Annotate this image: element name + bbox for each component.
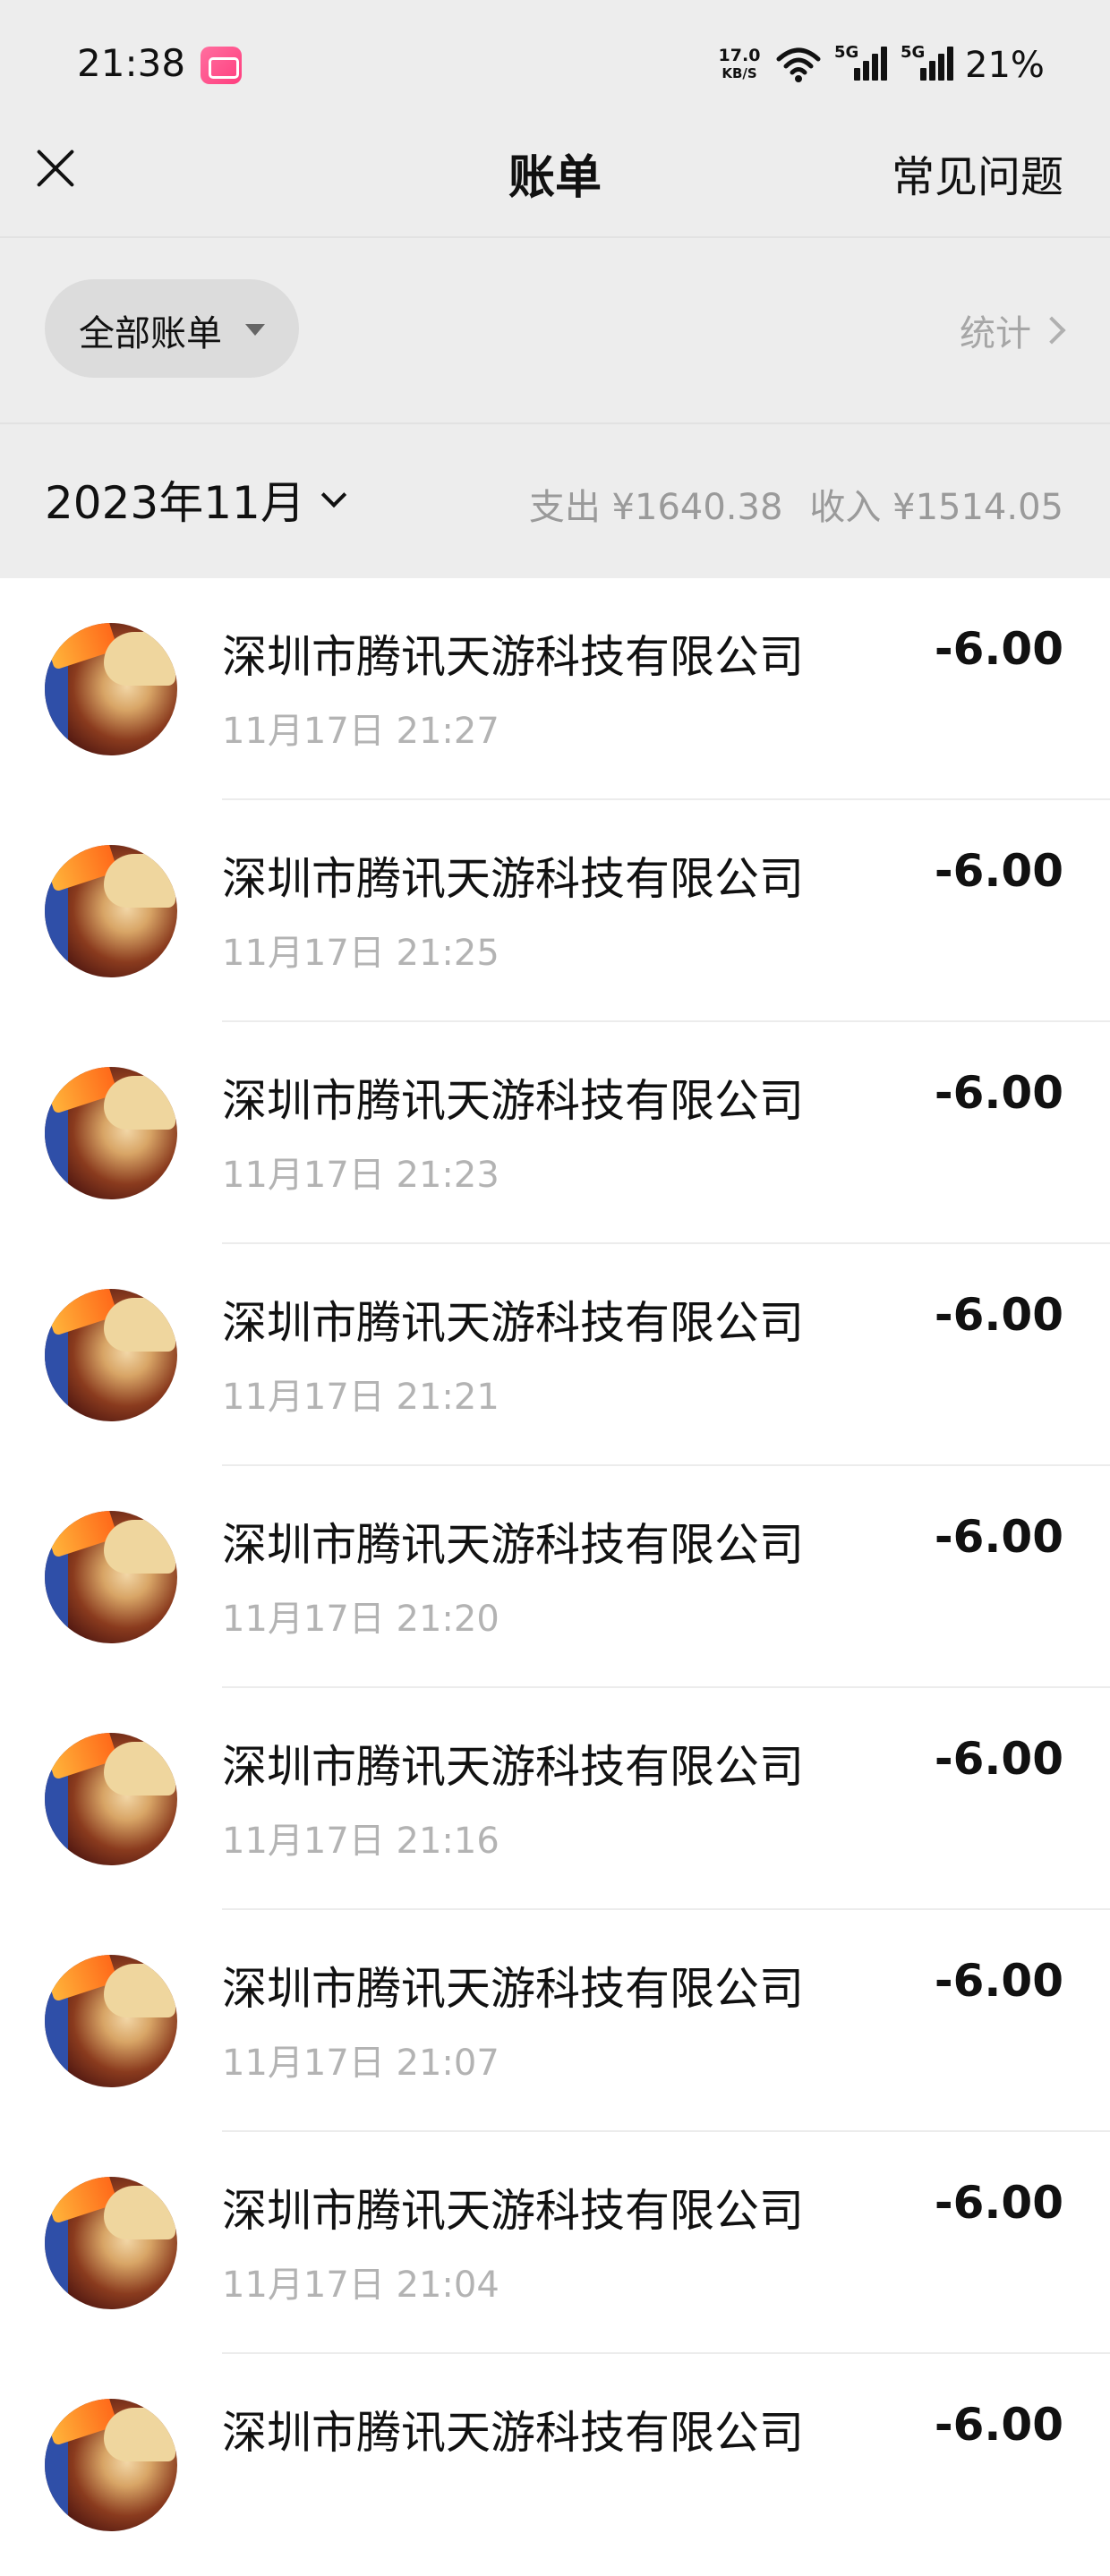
sim1-label: 5G: [834, 43, 859, 62]
transaction-time: 11月17日 21:04: [222, 2265, 500, 2306]
transaction-row[interactable]: 深圳市腾讯天游科技有限公司 11月17日 21:16 -6.00: [0, 1688, 1110, 1910]
transaction-amount: -6.00: [934, 1289, 1063, 1341]
signal-icon: 5G: [834, 43, 888, 84]
merchant-avatar: [45, 623, 177, 755]
merchant-name: 深圳市腾讯天游科技有限公司: [222, 1741, 804, 1793]
month-label: 2023年11月: [45, 477, 305, 529]
merchant-avatar: [45, 1511, 177, 1643]
transaction-amount: -6.00: [934, 623, 1063, 675]
merchant-name: 深圳市腾讯天游科技有限公司: [222, 853, 804, 905]
merchant-avatar: [45, 2399, 177, 2531]
close-icon[interactable]: [34, 145, 77, 188]
month-summary: 支出 ¥1640.38 收入 ¥1514.05: [529, 478, 1063, 530]
bill-filter-label: 全部账单: [79, 313, 222, 354]
caret-down-icon: [245, 324, 265, 336]
transaction-time: 11月17日 21:21: [222, 1377, 500, 1418]
transaction-amount: -6.00: [934, 1733, 1063, 1785]
transaction-amount: -6.00: [934, 1955, 1063, 2007]
merchant-avatar: [45, 845, 177, 977]
transaction-time: 11月17日 21:23: [222, 1155, 500, 1196]
transaction-time: 11月17日 21:16: [222, 1821, 500, 1862]
transaction-amount: -6.00: [934, 2399, 1063, 2451]
transaction-row[interactable]: 深圳市腾讯天游科技有限公司 11月17日 21:07 -6.00: [0, 1910, 1110, 2132]
merchant-name: 深圳市腾讯天游科技有限公司: [222, 1519, 804, 1571]
network-speed: 17.0 KB/S: [714, 47, 764, 82]
month-income: 收入 ¥1514.05: [809, 487, 1063, 528]
signal-icon: 5G: [901, 43, 954, 84]
transaction-amount: -6.00: [934, 1511, 1063, 1563]
transaction-amount: -6.00: [934, 845, 1063, 897]
transaction-time: 11月17日 21:07: [222, 2043, 500, 2084]
merchant-name: 深圳市腾讯天游科技有限公司: [222, 2407, 804, 2459]
wifi-icon: [776, 47, 821, 82]
merchant-avatar: [45, 2177, 177, 2309]
merchant-avatar: [45, 1289, 177, 1421]
transaction-list: 深圳市腾讯天游科技有限公司 11月17日 21:27 -6.00 深圳市腾讯天游…: [0, 578, 1110, 2576]
merchant-avatar: [45, 1955, 177, 2087]
transaction-row[interactable]: 深圳市腾讯天游科技有限公司 11月17日 21:04 -6.00: [0, 2132, 1110, 2354]
transaction-row[interactable]: 深圳市腾讯天游科技有限公司 11月17日 21:21 -6.00: [0, 1244, 1110, 1466]
chevron-right-icon: [1037, 316, 1066, 345]
network-speed-value: 17.0: [718, 46, 761, 65]
month-selector[interactable]: 2023年11月: [45, 467, 347, 532]
merchant-avatar: [45, 1067, 177, 1199]
network-speed-unit: KB/S: [722, 65, 757, 81]
transaction-time: 11月17日 21:27: [222, 711, 500, 752]
sim2-label: 5G: [901, 43, 926, 62]
bilibili-icon: [201, 47, 242, 84]
merchant-name: 深圳市腾讯天游科技有限公司: [222, 1963, 804, 2015]
battery-level: 21%: [965, 45, 1045, 86]
transaction-row[interactable]: 深圳市腾讯天游科技有限公司 11月17日 21:27 -6.00: [0, 578, 1110, 800]
transaction-amount: -6.00: [934, 2177, 1063, 2229]
merchant-name: 深圳市腾讯天游科技有限公司: [222, 631, 804, 683]
month-expense: 支出 ¥1640.38: [528, 487, 783, 528]
chevron-down-icon: [320, 482, 347, 508]
stats-label: 统计: [960, 313, 1031, 354]
transaction-row[interactable]: 深圳市腾讯天游科技有限公司 11月17日 21:20 -6.00: [0, 1466, 1110, 1688]
merchant-name: 深圳市腾讯天游科技有限公司: [222, 2185, 804, 2237]
merchant-name: 深圳市腾讯天游科技有限公司: [222, 1297, 804, 1349]
transaction-time: 11月17日 21:20: [222, 1599, 500, 1640]
transaction-time: 11月17日 21:25: [222, 933, 500, 974]
transaction-row[interactable]: 深圳市腾讯天游科技有限公司 11月17日 21:23 -6.00: [0, 1022, 1110, 1244]
bill-filter-dropdown[interactable]: 全部账单: [45, 279, 299, 378]
divider: [0, 236, 1110, 238]
merchant-avatar: [45, 1733, 177, 1865]
merchant-name: 深圳市腾讯天游科技有限公司: [222, 1075, 804, 1127]
status-time: 21:38: [77, 41, 186, 85]
page-title: 账单: [508, 151, 602, 205]
status-bar: 21:38 17.0 KB/S 5G 5G 21%: [0, 0, 1110, 134]
divider: [0, 422, 1110, 424]
transaction-row[interactable]: 深圳市腾讯天游科技有限公司 -6.00: [0, 2354, 1110, 2576]
header-area: 21:38 17.0 KB/S 5G 5G 21% 账单 常见问题 全部账单 统…: [0, 0, 1110, 578]
faq-link[interactable]: 常见问题: [892, 141, 1063, 204]
transaction-amount: -6.00: [934, 1067, 1063, 1119]
stats-link[interactable]: 统计: [960, 304, 1066, 356]
transaction-row[interactable]: 深圳市腾讯天游科技有限公司 11月17日 21:25 -6.00: [0, 800, 1110, 1022]
